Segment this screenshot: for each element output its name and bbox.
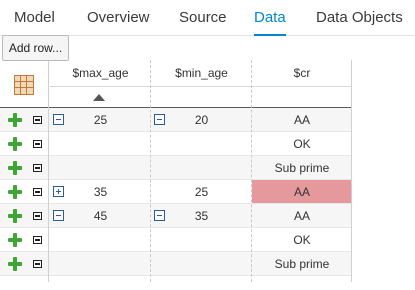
add-row-icon[interactable]: [8, 137, 22, 151]
add-row-icon[interactable]: [8, 209, 22, 223]
add-row-icon[interactable]: [8, 113, 22, 127]
add-row-button[interactable]: Add row...: [2, 35, 69, 61]
column-divider: [150, 60, 151, 282]
tab-overview[interactable]: Overview: [87, 0, 150, 36]
delete-row-icon[interactable]: [33, 188, 42, 196]
add-row-icon[interactable]: [8, 257, 22, 271]
column-header-cr[interactable]: $cr: [252, 60, 352, 86]
delete-row-icon[interactable]: [33, 164, 42, 172]
min-age-cell[interactable]: 35: [151, 204, 252, 228]
tab-data-objects[interactable]: Data Objects: [316, 0, 403, 36]
cr-cell[interactable]: Sub prime: [252, 156, 352, 180]
add-row-icon[interactable]: [8, 233, 22, 247]
table-row: OK: [0, 132, 352, 156]
delete-row-icon[interactable]: [33, 140, 42, 148]
delete-row-icon[interactable]: [33, 212, 42, 220]
column-divider: [351, 60, 352, 282]
max-age-cell[interactable]: 35: [50, 180, 151, 204]
column-divider: [251, 60, 252, 282]
column-divider: [48, 60, 49, 282]
column-header-min-age[interactable]: $min_age: [151, 60, 252, 86]
tab-data[interactable]: Data: [254, 0, 286, 36]
cr-cell[interactable]: AA: [252, 204, 352, 228]
grid-select-icon[interactable]: [14, 75, 34, 95]
delete-row-icon[interactable]: [33, 236, 42, 244]
table-row: OK: [0, 228, 352, 252]
table-row: 25 20 AA: [0, 108, 352, 132]
cr-cell[interactable]: OK: [252, 132, 352, 156]
add-row-icon[interactable]: [8, 161, 22, 175]
cr-cell[interactable]: Sub prime: [252, 252, 352, 276]
cr-cell[interactable]: OK: [252, 228, 352, 252]
data-grid: $max_age $min_age $cr 25 20 AA OK Sub pr…: [0, 60, 352, 282]
tab-bar: Model Overview Source Data Data Objects: [0, 0, 415, 36]
min-age-cell[interactable]: 25: [151, 180, 252, 204]
delete-row-icon[interactable]: [33, 260, 42, 268]
delete-row-icon[interactable]: [33, 116, 42, 124]
header-divider: [50, 86, 352, 87]
table-row: 35 25 AA: [0, 180, 352, 204]
table-row: 45 35 AA: [0, 204, 352, 228]
sort-ascending-icon[interactable]: [93, 94, 105, 101]
max-age-cell[interactable]: 45: [50, 204, 151, 228]
tab-source[interactable]: Source: [179, 0, 227, 36]
add-row-icon[interactable]: [8, 185, 22, 199]
max-age-cell[interactable]: 25: [50, 108, 151, 132]
min-age-cell[interactable]: 20: [151, 108, 252, 132]
cr-cell[interactable]: AA: [252, 108, 352, 132]
table-row: Sub prime: [0, 156, 352, 180]
table-row: Sub prime: [0, 252, 352, 276]
column-header-max-age[interactable]: $max_age: [50, 60, 151, 86]
cr-cell[interactable]: AA: [252, 180, 352, 204]
tab-model[interactable]: Model: [14, 0, 55, 36]
